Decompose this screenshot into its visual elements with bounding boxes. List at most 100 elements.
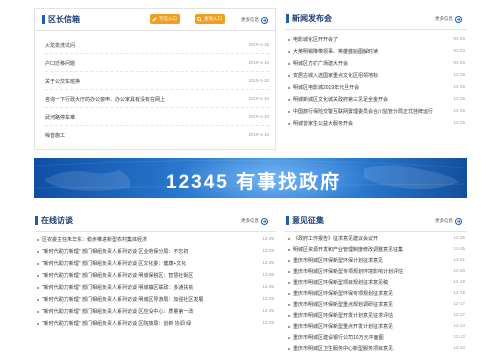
online-more-link[interactable]: 更多信息 <box>241 217 268 225</box>
item-date: 12-20 <box>453 268 465 273</box>
bullet-icon <box>288 111 290 113</box>
news-release-panel: 新闻发布会 更多信息 电影城化区开开会了 01-03 大英明锡降带领事、英雄盛始图… <box>285 8 467 150</box>
opinion-header: 意见征集 更多信息 <box>285 210 467 232</box>
opinion-panel: 意见征集 更多信息 《政府工作报告》征求意见建议会议开 12-26 明城区资源开发… <box>285 210 467 355</box>
item-text: "新时代助力新理" 部门相组负责人系列访谈 区应没中心：质量第一改 <box>42 309 194 315</box>
list-item[interactable]: 明城新城区文化城关政府第三见足全金开会 12-26 <box>288 95 465 105</box>
list-item[interactable]: 《政府工作报告》征求意见建议会议开 12-26 <box>288 234 465 244</box>
bullet-icon <box>37 251 39 253</box>
item-text: 安居古城入选国家重点文化区招领地标 <box>293 73 379 79</box>
list-item[interactable]: 明城区方扩广场建大开会 01-03 <box>288 59 465 69</box>
item-text: 重庆市明城区环保新型重点开发计划征求意见 <box>293 324 394 330</box>
item-date: 12-28 <box>453 72 465 77</box>
item-text: 重庆市明城区环保新型环保专项规划征求意见 <box>293 291 394 297</box>
opinion-more-link[interactable]: 更多信息 <box>435 217 462 225</box>
list-item[interactable]: 电影城化区开开会了 01-03 <box>288 35 465 45</box>
list-item[interactable]: "新时代助力新理" 部门相组负责人系列访谈 区文化委：健康+文化 12-28 <box>37 259 274 269</box>
list-item[interactable]: "新时代助力新理" 部门相组负责人系列访谈 区应没中心：质量第一改 12-25 <box>37 307 274 317</box>
item-text: 重庆市明城区环保新型项目规划征求意见稿 <box>293 280 389 286</box>
item-text: 明城曾家生公益大服务开会 <box>293 121 354 127</box>
item-date: 12-10 <box>453 345 465 350</box>
list-item[interactable]: 中国旅行保险交警互联网置理委员会合川监管分局正式挂牌运行 12-25 <box>288 107 465 117</box>
bullet-icon <box>288 282 290 284</box>
list-item[interactable]: 重庆市明城区环保新型环保计划征求意见 12-21 <box>288 256 465 266</box>
list-item[interactable]: "新时代助力新理" 部门相组负责人系列访谈 区院旅局：创新 协调 绿 12-25 <box>37 319 274 329</box>
item-text: 重庆市明城区环保新型环保计划征求意见 <box>293 258 384 264</box>
more-label: 更多信息 <box>435 218 453 223</box>
item-date: 12-25 <box>262 320 274 325</box>
item-date: 01-03 <box>453 48 465 53</box>
list-item[interactable]: "新时代助力新理" 部门相组负责人系列访谈 明城保税区：智慧社街区 12-26 <box>37 271 274 281</box>
arrow-right-icon <box>261 217 268 225</box>
item-date: 12-25 <box>262 296 274 301</box>
list-item[interactable]: 安居古城入选国家重点文化区招领地标 12-28 <box>288 71 465 81</box>
item-date: 12-25 <box>453 246 465 251</box>
list-item[interactable]: 重庆市明城区卫生服务中心新型服务项目意见 12-10 <box>288 344 465 354</box>
item-text: 重庆市明城区环保新型重点规划调研征求意见 <box>293 302 394 308</box>
online-interview-title: 在线访谈 <box>41 216 73 225</box>
bullet-icon <box>288 249 290 251</box>
news-more-link[interactable]: 更多信息 <box>435 15 462 23</box>
search-letter-label: 查询入口 <box>204 16 222 21</box>
news-release-header: 新闻发布会 更多信息 <box>285 8 467 30</box>
list-item[interactable]: 重庆市明城区建设银行公司10万元平面图 12-12 <box>288 333 465 343</box>
list-item[interactable]: 武河路停车难 2019-1-10 <box>45 113 269 123</box>
item-date: 2019-1-15 <box>248 42 269 47</box>
item-date: 12-25 <box>262 308 274 313</box>
list-item[interactable]: "新时代助力新理" 部门相组负责人系列访谈 区业劳保分局：不忘初 12-28 <box>37 247 274 257</box>
item-date: 12-26 <box>453 84 465 89</box>
list-item[interactable]: 重庆市明城区环保新型项目规划征求意见稿 12-19 <box>288 278 465 288</box>
bullet-icon <box>288 260 290 262</box>
bullet-icon <box>288 87 290 89</box>
district-mailbox-header: 区长信箱 写信入口 查询入口 更多信息 <box>35 9 275 31</box>
title-marker <box>35 216 38 225</box>
list-item[interactable]: 火龙泉洗坑问 2019-1-15 <box>45 41 269 51</box>
list-item[interactable]: 明城区电影城2019年元旦开会 12-26 <box>288 83 465 93</box>
bullet-icon <box>288 326 290 328</box>
list-item[interactable]: 重庆市明城区环保新型专项规划环境影响计划评估 12-20 <box>288 267 465 277</box>
item-text: 中国旅行保险交警互联网置理委员会合川监管分局正式挂牌运行 <box>293 109 434 115</box>
bullet-icon <box>288 315 290 317</box>
list-item[interactable]: 明城曾家生公益大服务开会 12-25 <box>288 119 465 129</box>
bullet-icon <box>37 311 39 313</box>
list-item[interactable]: 重庆市明城区环保新型重点开发计划征求意见 12-14 <box>288 322 465 332</box>
item-date: 12-26 <box>262 272 274 277</box>
list-item[interactable]: 重庆市明城区环保新型重点规划调研征求意见 12-17 <box>288 300 465 310</box>
item-text: 重庆市明城区建设银行公司10万元平面图 <box>293 335 384 341</box>
district-more-link[interactable]: 更多信息 <box>241 16 268 24</box>
list-item[interactable]: 重庆市明城区环保新型环保专项规划征求意见 12-18 <box>288 289 465 299</box>
item-date: 12-12 <box>453 334 465 339</box>
item-text: "新时代助力新理" 部门相组负责人系列访谈 明城保税区：智慧社街区 <box>42 273 194 279</box>
list-item[interactable]: "新时代助力新理" 部门相组负责人系列访谈 明城区导游局：加强社区发展 12-25 <box>37 295 274 305</box>
list-item[interactable]: 咨询一下行政大厅的办公窗申、办公家具有没有在网上 2019-1-10 <box>45 95 269 105</box>
banner-title: 12345 有事找政府 <box>166 172 342 193</box>
list-item[interactable]: 重庆市明城区环保新型开发计划意见征求评估 12-17 <box>288 311 465 321</box>
list-item[interactable]: "新时代助力新理" 部门相组负责人系列访谈 明城镇区联政：多通扶贫 12-26 <box>37 283 274 293</box>
item-date: 2019-1-10 <box>248 60 269 65</box>
item-date: 2019-1-10 <box>248 96 269 101</box>
item-text: 户口迁移问题 <box>45 61 76 67</box>
list-item[interactable]: 大英明锡降带领事、英雄盛始图解时读 01-03 <box>288 47 465 57</box>
list-item[interactable]: 关于公交车班换 2019-1-10 <box>45 77 269 87</box>
search-letter-button[interactable]: 查询入口 <box>195 14 225 24</box>
bullet-icon <box>37 239 39 241</box>
bullet-icon <box>37 263 39 265</box>
write-letter-button[interactable]: 写信入口 <box>150 14 180 24</box>
item-date: 12-14 <box>453 323 465 328</box>
district-mailbox-panel: 区长信箱 写信入口 查询入口 更多信息 火龙泉洗坑问 2019-1-15 户口迁移… <box>34 8 276 150</box>
item-text: 重庆市明城区卫生服务中心新型服务项目意见 <box>293 346 394 352</box>
more-label: 更多信息 <box>435 16 453 21</box>
list-item[interactable]: 户口迁移问题 2019-1-10 <box>45 59 269 69</box>
list-item[interactable]: 区农委主任朱华东：稳步推进新型农村集体经济 12-28 <box>37 235 274 245</box>
item-text: "新时代助力新理" 部门相组负责人系列访谈 明城区导游局：加强社区发展 <box>42 297 204 303</box>
bullet-icon <box>37 299 39 301</box>
more-label: 更多信息 <box>241 17 259 22</box>
title-marker <box>42 15 45 24</box>
item-text: 关于公交车班换 <box>45 79 81 85</box>
item-text: 大英明锡降带领事、英雄盛始图解时读 <box>293 49 379 55</box>
hotline-banner[interactable]: 12345 有事找政府 <box>34 158 467 198</box>
list-item[interactable]: 明城区资源开发和产业管理制度修改调整意见征集 12-25 <box>288 245 465 255</box>
item-date: 12-28 <box>262 236 274 241</box>
list-item[interactable]: 噪音施工 2019-1-10 <box>45 131 269 141</box>
item-text: 噪音施工 <box>45 133 66 139</box>
